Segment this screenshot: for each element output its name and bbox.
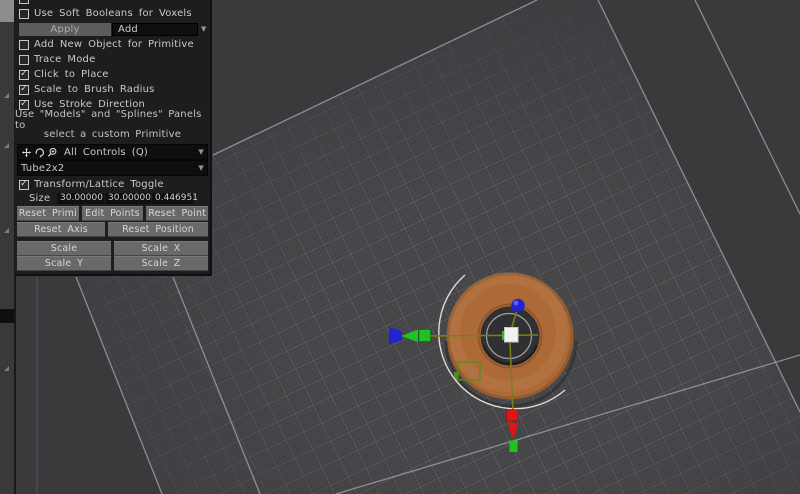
bottom-green-cube-handle[interactable] xyxy=(510,441,518,453)
checkbox-scale-to-brush-radius[interactable]: ✓ xyxy=(19,85,29,95)
resize-grip-icon[interactable] xyxy=(4,366,9,371)
row-reset-buttons-2: Reset Axis Reset Position xyxy=(15,222,210,236)
checkbox-label: Trace Mode xyxy=(34,54,95,65)
edit-points-button[interactable]: Edit Points xyxy=(82,206,144,221)
scale-x-button[interactable]: Scale X xyxy=(114,241,208,256)
row-scale-buttons-2: Scale Y Scale Z xyxy=(15,256,210,270)
row-trace-mode: Trace Mode xyxy=(15,52,210,67)
left-edge-toolbar xyxy=(0,0,16,494)
row-apply-add: Apply Add ▼ xyxy=(15,21,210,37)
primitive-tool-panel: Use Soft Booleans for Voxels Apply Add ▼… xyxy=(15,0,212,276)
checkbox-label: Click to Place xyxy=(34,69,109,80)
info-text-line1: Use "Models" and "Splines" Panels to xyxy=(15,112,210,127)
scene-viewport[interactable]: Use Soft Booleans for Voxels Apply Add ▼… xyxy=(0,0,800,494)
row-soft-booleans: Use Soft Booleans for Voxels xyxy=(15,6,210,21)
scale-z-button[interactable]: Scale Z xyxy=(114,256,208,271)
check-icon: ✓ xyxy=(20,70,28,78)
resize-grip-icon[interactable] xyxy=(4,228,9,233)
left-strip-dark-block[interactable] xyxy=(0,309,14,323)
checkbox-partial[interactable] xyxy=(19,0,29,4)
primitive-dropdown[interactable]: Tube2x2 ▼ xyxy=(17,160,208,176)
checkbox-click-to-place[interactable]: ✓ xyxy=(19,70,29,80)
x-axis-cone-handle[interactable] xyxy=(508,423,519,439)
gizmo-center-cube[interactable] xyxy=(505,328,519,343)
scale-button[interactable]: Scale xyxy=(17,241,111,256)
checkbox-trace-mode[interactable] xyxy=(19,55,29,65)
controls-dropdown[interactable]: All Controls (Q) ▼ xyxy=(17,144,208,160)
checkbox-label: Transform/Lattice Toggle xyxy=(34,179,164,190)
sphere-highlight xyxy=(514,301,519,306)
x-axis-cube-handle[interactable] xyxy=(507,410,519,422)
chevron-down-icon[interactable]: ▼ xyxy=(201,25,207,33)
chevron-down-icon: ▼ xyxy=(198,148,204,156)
checkbox-transform-lattice[interactable]: ✓ xyxy=(19,180,29,190)
row-add-new-object: Add New Object for Primitive xyxy=(15,37,210,52)
move-tool-icon xyxy=(21,147,32,158)
reset-axis-button[interactable]: Reset Axis xyxy=(17,222,105,237)
reset-primi-button[interactable]: Reset Primi xyxy=(17,206,79,221)
grid-boundary-line-far-right xyxy=(695,0,800,214)
row-scale-buttons-1: Scale Scale X xyxy=(15,241,210,255)
checkbox-add-new-object[interactable] xyxy=(19,40,29,50)
grid-boundary-line-bottom xyxy=(336,355,800,494)
z-axis-cone-handle[interactable] xyxy=(389,327,402,344)
z-axis-sphere-handle[interactable] xyxy=(511,299,525,313)
grid-boundary-line-topleft xyxy=(213,0,537,155)
checkbox-label: Scale to Brush Radius xyxy=(34,84,155,95)
row-transform-lattice: ✓ Transform/Lattice Toggle xyxy=(15,177,210,192)
row-size: Size 30.00000 30.00000 0.446951 xyxy=(15,192,210,205)
size-y-field[interactable]: 30.00000 xyxy=(105,193,151,204)
scale-y-button[interactable]: Scale Y xyxy=(17,256,111,271)
boolean-mode-dropdown[interactable]: Add xyxy=(112,23,198,36)
chevron-down-icon: ▼ xyxy=(198,164,204,172)
checkbox-soft-booleans[interactable] xyxy=(19,9,29,19)
resize-grip-icon[interactable] xyxy=(4,143,9,148)
row-click-to-place: ✓ Click to Place xyxy=(15,67,210,82)
controls-dropdown-label: All Controls (Q) xyxy=(64,147,148,158)
check-icon: ✓ xyxy=(20,85,28,93)
size-x-field[interactable]: 30.00000 xyxy=(57,193,104,204)
grid-boundary-line-bottomleft-2 xyxy=(173,277,260,494)
left-axis-cube-handle[interactable] xyxy=(419,330,431,342)
checkbox-label: Add New Object for Primitive xyxy=(34,39,194,50)
reset-point-button[interactable]: Reset Point xyxy=(146,206,208,221)
resize-grip-icon[interactable] xyxy=(4,93,9,98)
zoom-tool-icon xyxy=(47,147,58,158)
row-scale-to-brush-radius: ✓ Scale to Brush Radius xyxy=(15,82,210,97)
grid-boundary-line-bottomleft-1 xyxy=(76,277,162,494)
rotate-tool-icon xyxy=(34,147,45,158)
apply-button[interactable]: Apply xyxy=(19,23,111,36)
left-axis-arrow-handle[interactable] xyxy=(401,330,418,343)
checkbox-label: Use Soft Booleans for Voxels xyxy=(34,8,192,19)
left-strip-top-block[interactable] xyxy=(0,0,14,22)
grid-boundary-line-right xyxy=(598,0,800,412)
x-axis-line xyxy=(430,335,538,336)
check-icon: ✓ xyxy=(20,180,28,188)
size-z-field[interactable]: 0.446951 xyxy=(152,193,193,204)
row-reset-buttons-1: Reset Primi Edit Points Reset Point xyxy=(15,206,210,220)
size-label: Size xyxy=(29,193,57,204)
info-text-line2: select a custom Primitive xyxy=(15,127,210,142)
primitive-dropdown-label: Tube2x2 xyxy=(21,163,64,174)
check-icon: ✓ xyxy=(20,100,28,108)
reset-position-button[interactable]: Reset Position xyxy=(108,222,208,237)
